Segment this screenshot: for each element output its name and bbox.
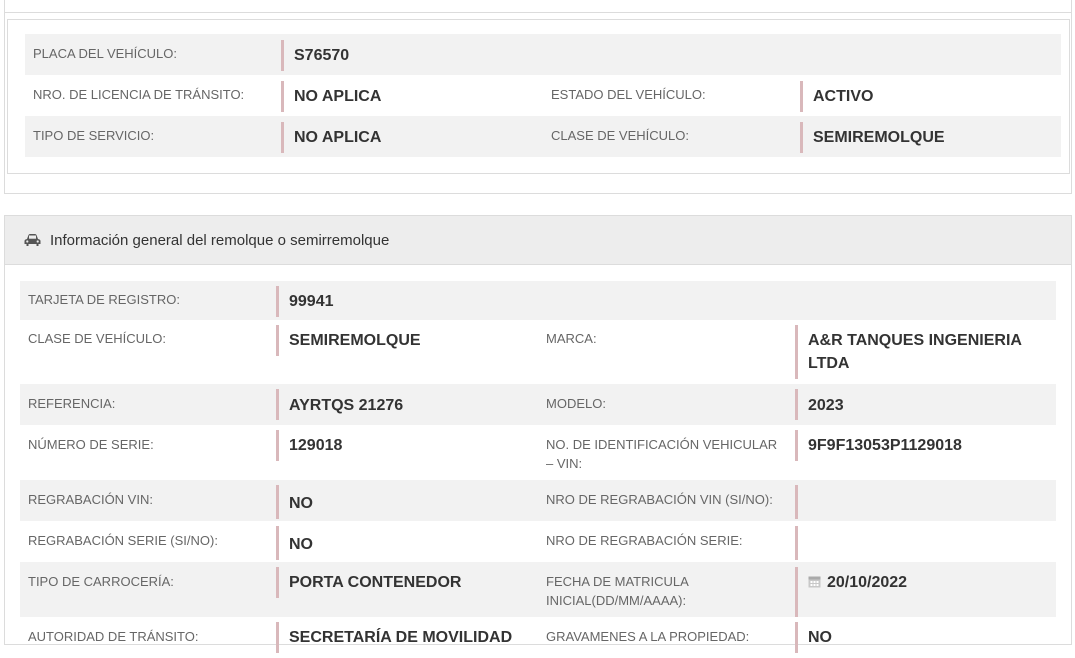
brand-label: MARCA:	[546, 331, 597, 346]
table-row: AUTORIDAD DE TRÁNSITO: SECRETARÍA DE MOV…	[20, 617, 1056, 658]
serial-reengraving-number-value	[795, 526, 1056, 560]
vehicle-class-value: SEMIREMOLQUE	[800, 122, 1061, 153]
vehicle-summary-table: PLACA DEL VEHÍCULO: S76570 NRO. DE LICEN…	[7, 19, 1070, 174]
vin-reengraving-value: NO	[276, 485, 531, 519]
vehicle-class-label: CLASE DE VEHÍCULO:	[551, 128, 689, 143]
serial-number-value: 129018	[276, 430, 531, 461]
table-row: REGRABACIÓN SERIE (SI/NO): NO NRO DE REG…	[20, 521, 1056, 562]
transit-authority-label: AUTORIDAD DE TRÁNSITO:	[28, 629, 199, 644]
table-row: NRO. DE LICENCIA DE TRÁNSITO: NO APLICA …	[25, 75, 1061, 116]
vehicle-status-value: ACTIVO	[800, 81, 1061, 112]
table-row: REGRABACIÓN VIN: NO NRO DE REGRABACIÓN V…	[20, 480, 1056, 521]
table-row: TARJETA DE REGISTRO: 99941	[20, 281, 1056, 320]
service-type-value: NO APLICA	[281, 122, 536, 153]
serial-reengraving-number-label: NRO DE REGRABACIÓN SERIE:	[546, 533, 743, 548]
transit-authority-value: SECRETARÍA DE MOVILIDAD	[276, 622, 531, 653]
initial-registration-date-value: 20/10/2022	[795, 567, 1056, 617]
body-type-label: TIPO DE CARROCERÍA:	[28, 574, 174, 589]
vin-reengraving-label: REGRABACIÓN VIN:	[28, 492, 153, 507]
table-row: NÚMERO DE SERIE: 129018 NO. DE IDENTIFIC…	[20, 425, 1056, 480]
plate-value: S76570	[281, 40, 536, 71]
vehicle-status-label: ESTADO DEL VEHÍCULO:	[551, 87, 706, 102]
reference-label: REFERENCIA:	[28, 396, 116, 411]
table-row: CLASE DE VEHÍCULO: SEMIREMOLQUE MARCA: A…	[20, 320, 1056, 384]
top-panel-edge	[4, 0, 1072, 13]
vehicle-summary-panel: PLACA DEL VEHÍCULO: S76570 NRO. DE LICEN…	[4, 13, 1072, 194]
vin-value: 9F9F13053P1129018	[795, 430, 1056, 461]
body-type-value: PORTA CONTENEDOR	[276, 567, 531, 598]
model-label: MODELO:	[546, 396, 606, 411]
car-icon	[24, 234, 41, 246]
initial-registration-date-text: 20/10/2022	[827, 574, 908, 591]
table-row: PLACA DEL VEHÍCULO: S76570	[25, 34, 1061, 75]
service-type-label: TIPO DE SERVICIO:	[33, 128, 155, 143]
table-row: TIPO DE SERVICIO: NO APLICA CLASE DE VEH…	[25, 116, 1061, 157]
liens-value: NO	[795, 622, 1056, 653]
vehicle-class-value: SEMIREMOLQUE	[276, 325, 531, 356]
panel-header[interactable]: Información general del remolque o semir…	[5, 216, 1071, 265]
registration-card-label: TARJETA DE REGISTRO:	[28, 292, 180, 307]
model-value: 2023	[795, 389, 1056, 420]
table-row: TIPO DE CARROCERÍA: PORTA CONTENEDOR FEC…	[20, 562, 1056, 617]
reference-value: AYRTQS 21276	[276, 389, 531, 420]
vin-label: NO. DE IDENTIFICACIÓN VEHICULAR – VIN:	[546, 437, 778, 471]
panel-title: Información general del remolque o semir…	[50, 231, 390, 249]
serial-reengraving-label: REGRABACIÓN SERIE (SI/NO):	[28, 533, 218, 548]
vehicle-class-label: CLASE DE VEHÍCULO:	[28, 331, 166, 346]
registration-card-value: 99941	[276, 286, 531, 317]
license-label: NRO. DE LICENCIA DE TRÁNSITO:	[33, 87, 245, 102]
liens-label: GRAVAMENES A LA PROPIEDAD:	[546, 629, 750, 644]
table-row: REFERENCIA: AYRTQS 21276 MODELO: 2023	[20, 384, 1056, 425]
license-value: NO APLICA	[281, 81, 536, 112]
plate-label: PLACA DEL VEHÍCULO:	[33, 46, 178, 61]
calendar-icon	[808, 576, 821, 588]
vin-reengraving-number-value	[795, 485, 1056, 519]
serial-number-label: NÚMERO DE SERIE:	[28, 437, 154, 452]
vin-reengraving-number-label: NRO DE REGRABACIÓN VIN (SI/NO):	[546, 492, 773, 507]
brand-value: A&R TANQUES INGENIERIA LTDA	[795, 325, 1056, 379]
serial-reengraving-value: NO	[276, 526, 531, 560]
trailer-info-panel: Información general del remolque o semir…	[4, 215, 1072, 653]
initial-registration-date-label: FECHA DE MATRICULA INICIAL(DD/MM/AAAA):	[546, 574, 689, 608]
